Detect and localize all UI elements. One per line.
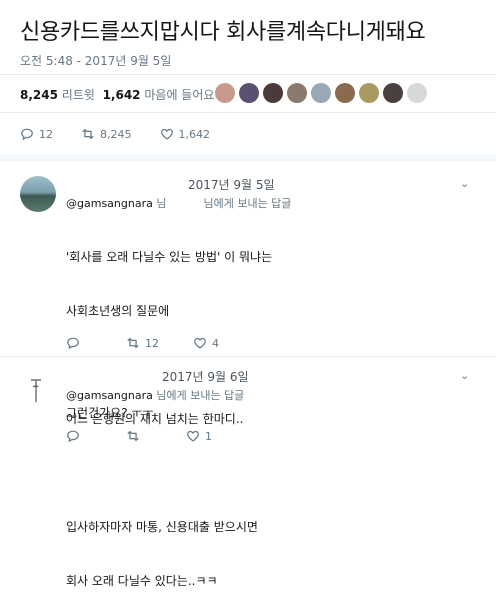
tweet-text: 신용카드를쓰지맙시다 회사를계속다니게돼요	[20, 20, 426, 45]
likes-label[interactable]: 마음에 들어요	[144, 88, 214, 102]
reply-body: 그런건가요? ㅜㅜ	[66, 406, 154, 420]
liker-avatar[interactable]	[359, 83, 379, 103]
reply-line: 회사 오래 다닐수 있다는..ㅋㅋ	[66, 574, 218, 588]
retweet-count: 8,245	[100, 127, 132, 141]
reply-line	[66, 464, 272, 482]
tweet-actions: 12 8,245 1,642	[20, 127, 238, 141]
reply-suffix: 님에게 보내는 답글	[203, 197, 292, 210]
avatar[interactable]	[20, 176, 56, 212]
retweets-label[interactable]: 리트윗	[62, 88, 95, 102]
reply-date: 2017년 9월 5일	[188, 178, 275, 192]
reply-date: 2017년 9월 6일	[162, 370, 249, 384]
reply-line: '회사를 오래 다닐수 있는 방법' 이 뭐냐는	[66, 250, 273, 264]
reply-handle[interactable]: @gamsangnara	[66, 197, 153, 210]
like-button[interactable]: 1,642	[160, 127, 211, 141]
reply-suffix: 님에게 보내는 답글	[156, 389, 245, 402]
reply-button[interactable]: 12	[20, 127, 53, 141]
divider	[0, 112, 496, 113]
reply-button[interactable]	[66, 429, 80, 443]
heart-icon	[187, 430, 199, 442]
section-gap	[0, 154, 496, 162]
avatar[interactable]	[26, 377, 46, 405]
tweet-stats: 8,245 리트윗 1,642 마음에 들어요	[20, 86, 214, 103]
heart-icon	[160, 128, 173, 140]
liker-avatar[interactable]	[383, 83, 403, 103]
reply-icon	[67, 337, 79, 350]
liker-avatar[interactable]	[263, 83, 283, 103]
reply-context: @gamsangnara 님 님에게 보내는 답글	[66, 195, 291, 211]
retweet-count: 12	[145, 336, 159, 350]
reply-line: 입사하자마자 마통, 신용대출 받으시면	[66, 520, 258, 534]
retweet-icon	[82, 128, 94, 140]
heart-icon	[194, 337, 206, 349]
divider	[0, 74, 496, 75]
retweet-button[interactable]: 12	[126, 336, 159, 350]
chevron-down-icon[interactable]: ⌄	[460, 369, 469, 382]
likes-count[interactable]: 1,642	[103, 88, 141, 102]
retweets-count[interactable]: 8,245	[20, 88, 58, 102]
reply-actions: 12 4	[66, 336, 247, 350]
reply-button[interactable]	[66, 336, 80, 350]
liker-avatar[interactable]	[407, 83, 427, 103]
liker-avatar[interactable]	[239, 83, 259, 103]
liker-avatars	[215, 83, 427, 103]
reply-count: 12	[39, 127, 53, 141]
like-button[interactable]: 4	[193, 336, 219, 350]
like-button[interactable]: 1	[186, 429, 212, 443]
liker-avatar[interactable]	[287, 83, 307, 103]
liker-avatar[interactable]	[215, 83, 235, 103]
retweet-icon	[127, 430, 139, 442]
tweet-timestamp[interactable]: 오전 5:48 - 2017년 9월 5일	[20, 52, 171, 69]
reply-handle[interactable]: @gamsangnara	[66, 389, 153, 402]
liker-avatar[interactable]	[335, 83, 355, 103]
chevron-down-icon[interactable]: ⌄	[460, 177, 469, 190]
retweet-button[interactable]	[126, 429, 140, 443]
liker-avatar[interactable]	[311, 83, 331, 103]
like-count: 4	[212, 336, 219, 350]
retweet-button[interactable]: 8,245	[81, 127, 132, 141]
retweet-icon	[127, 337, 139, 349]
reply-icon	[67, 430, 79, 443]
reply-suffix: 님	[156, 197, 167, 210]
reply-actions: 1	[66, 429, 240, 443]
like-count: 1	[205, 429, 212, 443]
reply-icon	[21, 128, 33, 141]
reply-context: @gamsangnara 님에게 보내는 답글	[66, 387, 244, 403]
like-count: 1,642	[178, 127, 211, 141]
divider	[0, 356, 496, 357]
reply-line: 사회초년생의 질문에	[66, 304, 170, 318]
